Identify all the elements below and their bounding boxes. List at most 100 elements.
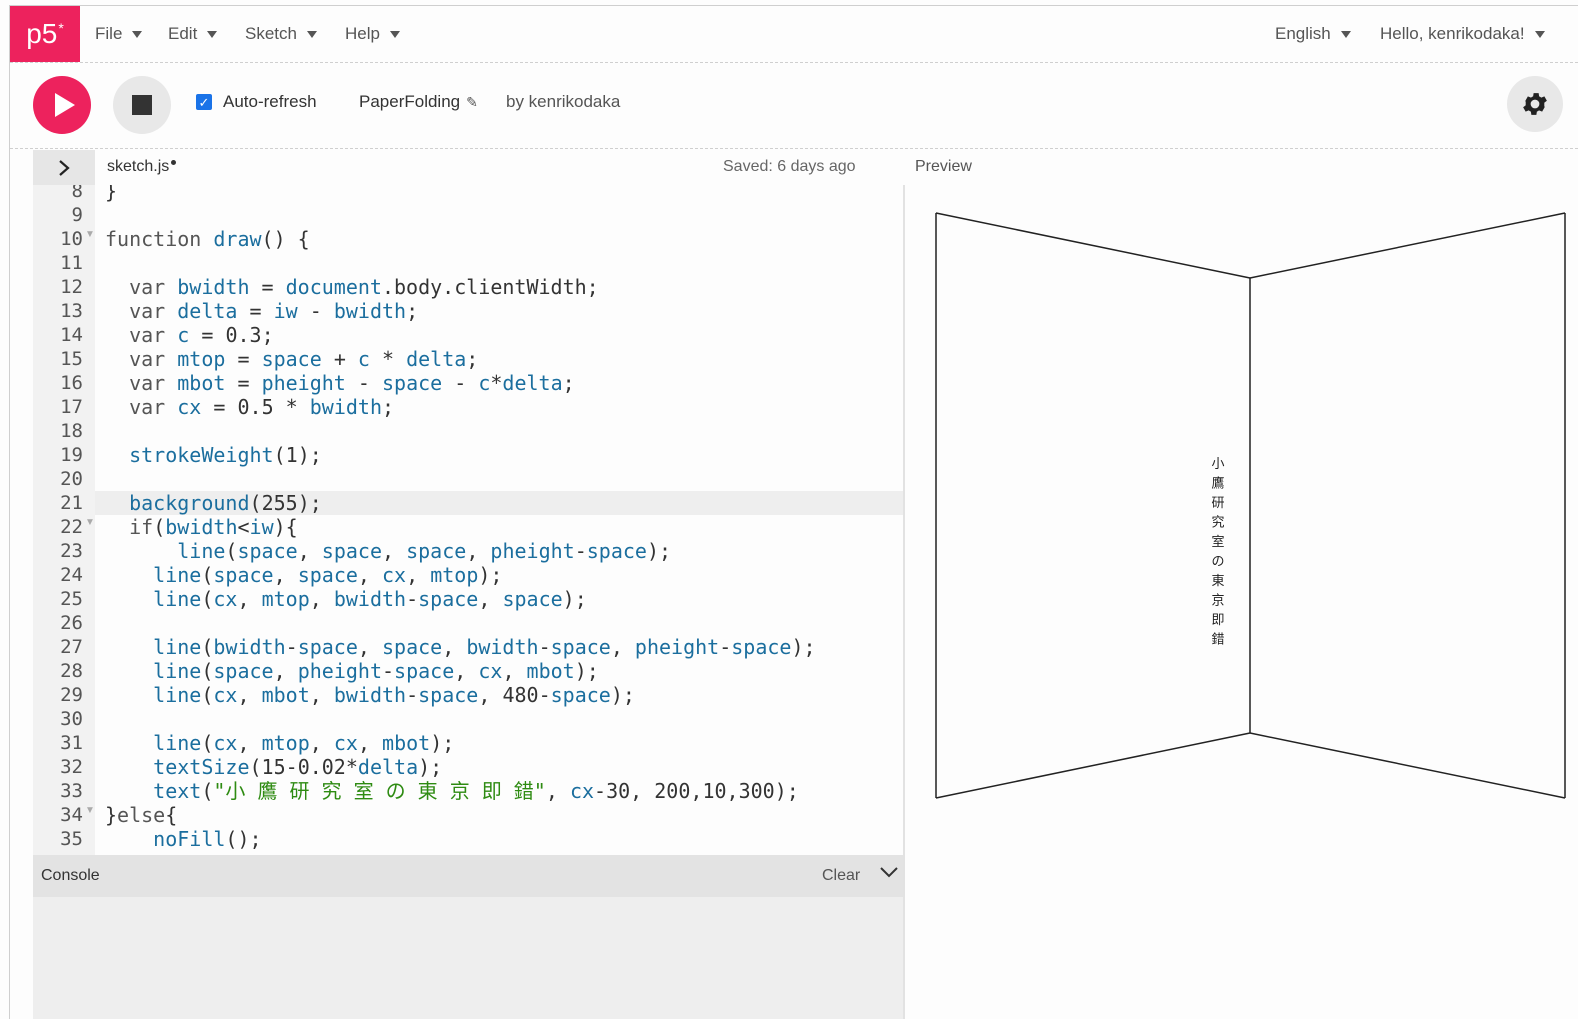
chevron-down-icon [880,867,898,878]
line-number: 25 [60,588,83,610]
code-line[interactable]: var mbot = pheight - space - c*delta; [105,371,575,395]
line-number: 24 [60,564,83,586]
gear-icon [1523,93,1547,115]
code-line[interactable]: noFill(); [105,827,261,851]
language-label: English [1275,24,1331,43]
checkbox-checked-icon[interactable]: ✓ [196,94,212,110]
console-clear-button[interactable]: Clear [822,867,860,885]
pencil-icon[interactable]: ✎ [466,94,478,111]
code-line[interactable]: line(cx, mtop, bwidth-space, space); [105,587,587,611]
play-icon [54,93,75,117]
autorefresh-label: Auto-refresh [223,92,317,111]
code-line[interactable]: line(space, space, cx, mtop); [105,563,502,587]
stop-icon [132,95,152,115]
toolbar: ✓ Auto-refresh PaperFolding ✎ by kenriko… [10,62,1578,149]
code-line[interactable]: var c = 0.3; [105,323,274,347]
sketch-canvas[interactable]: 小鷹研究室の東京即錯 [905,185,1578,1019]
code-line[interactable]: var cx = 0.5 * bwidth; [105,395,394,419]
logo-asterisk: * [58,20,64,36]
top-nav: p5 * File Edit Sketch Help English Hello,… [10,6,1578,63]
code-line[interactable]: line(space, pheight-space, cx, mbot); [105,659,599,683]
file-tab[interactable]: sketch.js [107,158,177,176]
code-line[interactable]: if(bwidth<iw){ [105,515,298,539]
autorefresh-toggle[interactable]: ✓ Auto-refresh [196,92,317,112]
language-menu[interactable]: English [1275,6,1351,62]
play-button[interactable] [33,76,91,134]
line-number: 16 [60,372,83,394]
line-number: 12 [60,276,83,298]
chevron-right-icon [59,159,70,176]
window-frame-left [9,5,10,1019]
fold-arrow-icon[interactable]: ▼ [85,805,95,816]
line-number: 19 [60,444,83,466]
editor-header: sketch.js Saved: 6 days ago [33,150,903,185]
code-line[interactable]: textSize(15-0.02*delta); [105,755,442,779]
line-number: 26 [60,612,83,634]
caret-down-icon [306,30,317,38]
console-collapse-button[interactable] [879,865,899,884]
line-number: 15 [60,348,83,370]
line-number: 27 [60,636,83,658]
sidebar-toggle-button[interactable] [33,150,95,185]
code-line[interactable]: background(255); [105,491,322,515]
line-number: 30 [60,708,83,730]
line-number: 14 [60,324,83,346]
line-number: 9 [71,204,83,226]
console-panel: Console Clear [33,855,903,1019]
code-line[interactable]: strokeWeight(1); [105,443,322,467]
line-number: 33 [60,780,83,802]
menu-edit-label: Edit [168,24,198,43]
logo-text: p5 [26,18,58,49]
line-number: 11 [60,252,83,274]
code-editor[interactable]: } function draw() { var bwidth = document… [95,185,903,855]
p5-logo[interactable]: p5 * [10,6,80,62]
line-number: 18 [60,420,83,442]
menu-help-label: Help [345,24,380,43]
line-number: 22 [60,516,83,538]
project-author[interactable]: by kenrikodaka [506,92,620,112]
code-line[interactable]: text("小 鷹 研 究 室 の 東 京 即 錯", cx-30, 200,1… [105,779,799,803]
menu-sketch[interactable]: Sketch [245,6,317,62]
saved-status: Saved: 6 days ago [723,158,856,175]
right-bottom-fold-line [1249,732,1566,799]
caret-down-icon [1340,30,1351,38]
caret-down-icon [389,30,400,38]
user-menu[interactable]: Hello, kenrikodaka! [1380,6,1545,62]
line-number: 31 [60,732,83,754]
line-number: 28 [60,660,83,682]
code-line[interactable]: var bwidth = document.body.clientWidth; [105,275,599,299]
line-number: 29 [60,684,83,706]
console-title: Console [41,867,100,884]
user-greeting: Hello, kenrikodaka! [1380,24,1525,43]
project-name[interactable]: PaperFolding ✎ [359,92,478,112]
menu-sketch-label: Sketch [245,24,297,43]
line-number: 35 [60,828,83,850]
code-line[interactable]: }else{ [105,803,177,827]
line-number: 17 [60,396,83,418]
menu-help[interactable]: Help [345,6,400,62]
preview-pane: 小鷹研究室の東京即錯 [905,185,1578,1019]
left-top-fold-line [935,212,1251,279]
code-line[interactable]: function draw() { [105,227,310,251]
code-line[interactable]: line(cx, mtop, cx, mbot); [105,731,454,755]
left-bottom-fold-line [935,732,1251,799]
preview-label: Preview [915,158,972,175]
console-header: Console Clear [33,855,903,897]
code-line[interactable]: line(bwidth-space, space, bwidth-space, … [105,635,815,659]
code-line[interactable]: } [105,185,117,203]
right-top-fold-line [1249,212,1566,279]
settings-button[interactable] [1507,76,1563,132]
code-line[interactable]: line(cx, mbot, bwidth-space, 480-space); [105,683,635,707]
line-number: 21 [60,492,83,514]
code-line[interactable]: var mtop = space + c * delta; [105,347,478,371]
code-line[interactable]: var delta = iw - bwidth; [105,299,418,323]
menu-file-label: File [95,24,123,43]
caret-down-icon [1534,30,1545,38]
fold-arrow-icon[interactable]: ▼ [85,229,95,240]
line-number: 10 [60,228,83,250]
code-line[interactable]: line(space, space, space, pheight-space)… [105,539,671,563]
menu-edit[interactable]: Edit [168,6,218,62]
stop-button[interactable] [113,76,171,134]
fold-arrow-icon[interactable]: ▼ [85,517,95,528]
menu-file[interactable]: File [95,6,143,62]
